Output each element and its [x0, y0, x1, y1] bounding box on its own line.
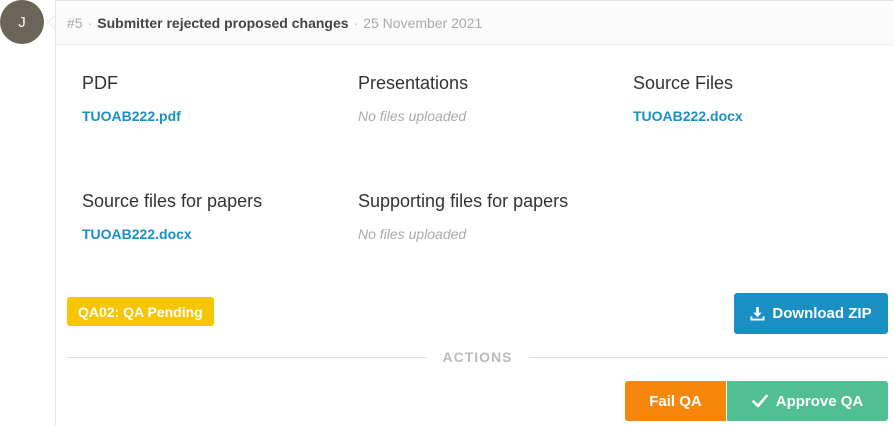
event-title: Submitter rejected proposed changes: [97, 14, 349, 31]
file-group-title: Presentations: [358, 73, 469, 93]
event-number: #5: [67, 14, 83, 31]
file-group-supporting-files: Supporting files for papers No files upl…: [358, 191, 618, 242]
event-date: 25 November 2021: [363, 14, 483, 31]
file-link-source-docx[interactable]: TUOAB222.docx: [633, 108, 893, 124]
file-group-presentations: Presentations No files uploaded: [358, 73, 618, 124]
file-link-papers-docx[interactable]: TUOAB222.docx: [82, 226, 342, 242]
no-files-text: No files uploaded: [358, 108, 467, 124]
divider-line-left: [67, 356, 427, 358]
fail-qa-button[interactable]: Fail QA: [625, 381, 726, 421]
header-separator: ·: [87, 14, 93, 31]
fail-qa-label: Fail QA: [649, 392, 702, 410]
actions-label: ACTIONS: [442, 349, 513, 365]
event-header: #5 · Submitter rejected proposed changes…: [56, 1, 894, 45]
approve-qa-label: Approve QA: [775, 392, 864, 410]
file-group-pdf: PDF TUOAB222.pdf: [82, 73, 342, 124]
file-group-source-files: Source Files TUOAB222.docx: [633, 73, 893, 124]
download-icon: [750, 306, 765, 321]
file-group-title: Source files for papers: [82, 191, 263, 211]
file-group-title: Supporting files for papers: [358, 191, 569, 211]
divider-line-right: [528, 356, 888, 358]
no-files-text: No files uploaded: [358, 226, 467, 242]
card-pointer: [47, 15, 55, 29]
header-separator-2: ·: [353, 14, 359, 31]
approve-qa-button[interactable]: Approve QA: [727, 381, 888, 421]
file-group-title: PDF: [82, 73, 118, 93]
download-zip-label: Download ZIP: [772, 305, 872, 322]
avatar: J: [0, 0, 44, 44]
avatar-initial: J: [18, 13, 26, 31]
file-link-pdf[interactable]: TUOAB222.pdf: [82, 108, 342, 124]
status-badge: QA02: QA Pending: [67, 297, 214, 326]
file-group-title: Source Files: [633, 73, 734, 93]
check-icon: [751, 394, 768, 408]
actions-divider: ACTIONS: [67, 347, 888, 367]
file-group-source-files-papers: Source files for papers TUOAB222.docx: [82, 191, 342, 242]
timeline-entry: J #5 · Submitter rejected proposed chang…: [0, 0, 894, 425]
download-zip-button[interactable]: Download ZIP: [734, 293, 888, 334]
